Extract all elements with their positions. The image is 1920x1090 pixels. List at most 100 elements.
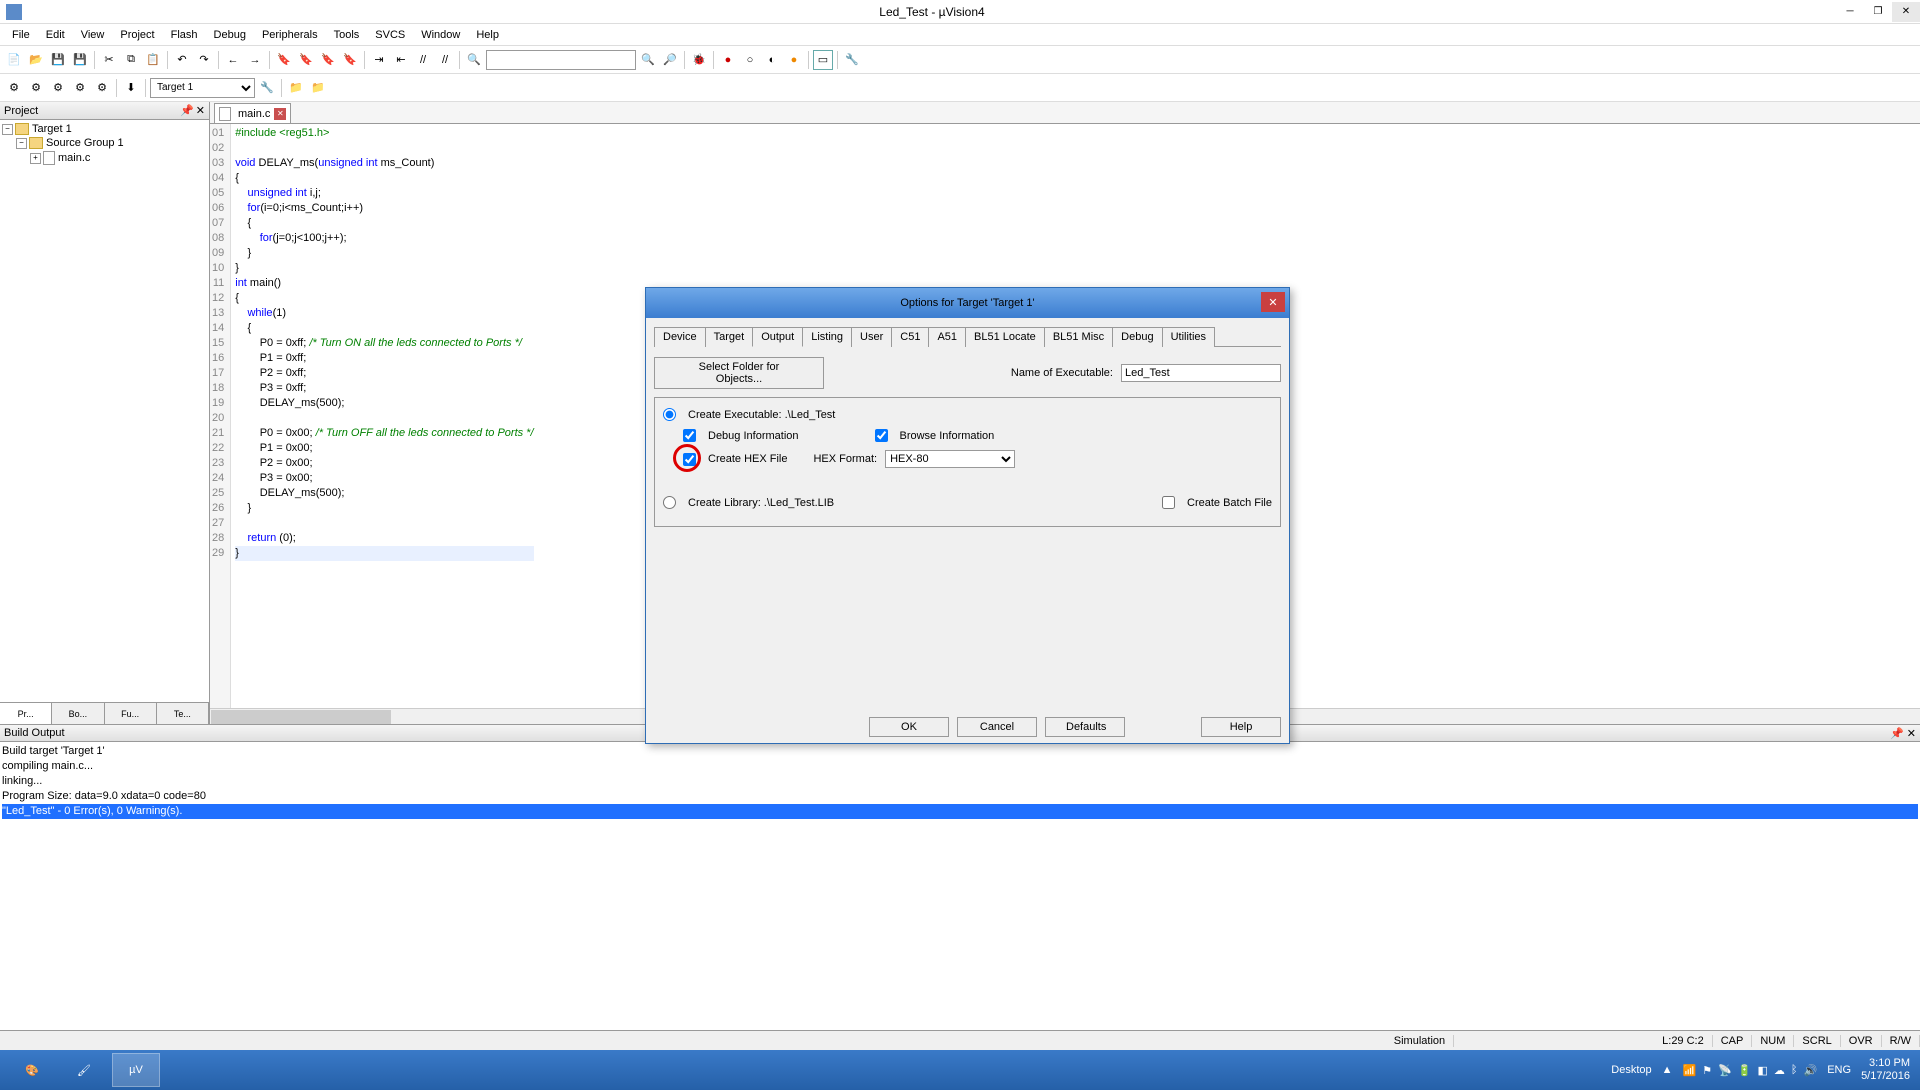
file-tab[interactable]: main.c ✕ <box>214 103 291 123</box>
menu-file[interactable]: File <box>4 27 38 43</box>
breakpoint-insert-icon[interactable]: ● <box>718 50 738 70</box>
indent-icon[interactable]: ⇥ <box>369 50 389 70</box>
close-button[interactable]: ✕ <box>1892 2 1920 22</box>
sidebar-tab[interactable]: Pr... <box>0 703 52 724</box>
tray-network-icon[interactable]: 📶 <box>1683 1064 1697 1077</box>
name-executable-input[interactable] <box>1121 364 1281 382</box>
target-options-icon[interactable]: 🔧 <box>257 78 277 98</box>
window-layout-icon[interactable]: ▭ <box>813 50 833 70</box>
task-app-paint[interactable]: 🎨 <box>8 1053 56 1087</box>
browse-info-checkbox[interactable] <box>875 429 888 442</box>
task-app-paint2[interactable]: 🖌 <box>60 1053 108 1087</box>
save-icon[interactable]: 💾 <box>48 50 68 70</box>
uncomment-icon[interactable]: // <box>435 50 455 70</box>
dialog-close-button[interactable]: ✕ <box>1261 292 1285 312</box>
bookmark-next-icon[interactable]: 🔖 <box>318 50 338 70</box>
find-icon[interactable]: 🔍 <box>464 50 484 70</box>
panel-pin-icon[interactable]: 📌 <box>1890 728 1904 740</box>
paste-icon[interactable]: 📋 <box>143 50 163 70</box>
dialog-tab-c51[interactable]: C51 <box>891 327 929 347</box>
redo-icon[interactable]: ↷ <box>194 50 214 70</box>
menu-peripherals[interactable]: Peripherals <box>254 27 326 43</box>
tray-cloud-icon[interactable]: ☁ <box>1774 1064 1785 1077</box>
cut-icon[interactable]: ✂ <box>99 50 119 70</box>
sidebar-tab[interactable]: Fu... <box>105 703 157 724</box>
task-app-uvision[interactable]: µV <box>112 1053 160 1087</box>
tray-desktop-label[interactable]: Desktop <box>1611 1064 1651 1076</box>
manage-icon[interactable]: 📁 <box>308 78 328 98</box>
copy-icon[interactable]: ⧉ <box>121 50 141 70</box>
panel-pin-icon[interactable]: 📌 <box>180 104 194 117</box>
sidebar-tab[interactable]: Bo... <box>52 703 104 724</box>
help-button[interactable]: Help <box>1201 717 1281 737</box>
configure-icon[interactable]: 🔧 <box>842 50 862 70</box>
debug-icon[interactable]: 🐞 <box>689 50 709 70</box>
menu-tools[interactable]: Tools <box>326 27 368 43</box>
defaults-button[interactable]: Defaults <box>1045 717 1125 737</box>
tray-app-icon[interactable]: ◧ <box>1758 1064 1768 1077</box>
create-executable-radio[interactable] <box>663 408 676 421</box>
nav-forward-icon[interactable]: → <box>245 50 265 70</box>
menu-flash[interactable]: Flash <box>163 27 206 43</box>
ok-button[interactable]: OK <box>869 717 949 737</box>
bookmark-icon[interactable]: 🔖 <box>274 50 294 70</box>
rebuild-icon[interactable]: ⚙ <box>48 78 68 98</box>
tree-root[interactable]: − Target 1 <box>2 122 207 136</box>
tray-wifi-icon[interactable]: 📡 <box>1718 1064 1732 1077</box>
batch-build-icon[interactable]: ⚙ <box>70 78 90 98</box>
dialog-tab-listing[interactable]: Listing <box>802 327 852 347</box>
project-tree[interactable]: − Target 1 − Source Group 1 + main.c <box>0 120 209 702</box>
bookmark-prev-icon[interactable]: 🔖 <box>296 50 316 70</box>
open-file-icon[interactable]: 📂 <box>26 50 46 70</box>
cancel-button[interactable]: Cancel <box>957 717 1037 737</box>
translate-icon[interactable]: ⚙ <box>4 78 24 98</box>
dialog-titlebar[interactable]: Options for Target 'Target 1' ✕ <box>646 288 1289 318</box>
tray-bluetooth-icon[interactable]: ᛒ <box>1791 1064 1798 1077</box>
bookmark-clear-icon[interactable]: 🔖 <box>340 50 360 70</box>
build-icon[interactable]: ⚙ <box>26 78 46 98</box>
dialog-tab-target[interactable]: Target <box>705 327 754 347</box>
outdent-icon[interactable]: ⇤ <box>391 50 411 70</box>
panel-close-icon[interactable]: ✕ <box>1907 728 1916 740</box>
menu-view[interactable]: View <box>73 27 113 43</box>
create-hex-checkbox[interactable] <box>683 453 696 466</box>
nav-back-icon[interactable]: ← <box>223 50 243 70</box>
create-batch-checkbox[interactable] <box>1162 496 1175 509</box>
panel-close-icon[interactable]: ✕ <box>196 104 205 117</box>
dialog-tab-a51[interactable]: A51 <box>928 327 966 347</box>
debug-info-checkbox[interactable] <box>683 429 696 442</box>
tree-group[interactable]: − Source Group 1 <box>2 136 207 150</box>
dialog-tab-bl51-misc[interactable]: BL51 Misc <box>1044 327 1113 347</box>
menu-project[interactable]: Project <box>112 27 162 43</box>
target-select[interactable]: Target 1 <box>150 78 255 98</box>
stop-build-icon[interactable]: ⚙ <box>92 78 112 98</box>
tree-file[interactable]: + main.c <box>2 150 207 166</box>
tab-close-icon[interactable]: ✕ <box>274 108 286 120</box>
dialog-tab-utilities[interactable]: Utilities <box>1162 327 1215 347</box>
tray-clock[interactable]: 3:10 PM 5/17/2016 <box>1861 1057 1910 1083</box>
menu-debug[interactable]: Debug <box>206 27 254 43</box>
tray-lang[interactable]: ENG <box>1827 1064 1851 1076</box>
tray-chevron-icon[interactable]: ▲ <box>1662 1064 1673 1076</box>
select-folder-button[interactable]: Select Folder for Objects... <box>654 357 824 389</box>
dialog-tab-device[interactable]: Device <box>654 327 706 347</box>
new-file-icon[interactable]: 📄 <box>4 50 24 70</box>
maximize-button[interactable]: ❐ <box>1864 2 1892 22</box>
breakpoint-kill-icon[interactable]: ● <box>784 50 804 70</box>
undo-icon[interactable]: ↶ <box>172 50 192 70</box>
sidebar-tab[interactable]: Te... <box>157 703 209 724</box>
download-icon[interactable]: ⬇ <box>121 78 141 98</box>
comment-icon[interactable]: // <box>413 50 433 70</box>
file-ext-icon[interactable]: 📁 <box>286 78 306 98</box>
incremental-find-icon[interactable]: 🔎 <box>660 50 680 70</box>
menu-svcs[interactable]: SVCS <box>367 27 413 43</box>
tray-volume-icon[interactable]: 🔊 <box>1804 1064 1818 1077</box>
create-library-radio[interactable] <box>663 496 676 509</box>
breakpoint-enable-icon[interactable]: ○ <box>740 50 760 70</box>
hex-format-select[interactable]: HEX-80 <box>885 450 1015 468</box>
menu-edit[interactable]: Edit <box>38 27 73 43</box>
save-all-icon[interactable]: 💾 <box>70 50 90 70</box>
dialog-tab-debug[interactable]: Debug <box>1112 327 1162 347</box>
dialog-tab-user[interactable]: User <box>851 327 892 347</box>
dialog-tab-bl51-locate[interactable]: BL51 Locate <box>965 327 1045 347</box>
